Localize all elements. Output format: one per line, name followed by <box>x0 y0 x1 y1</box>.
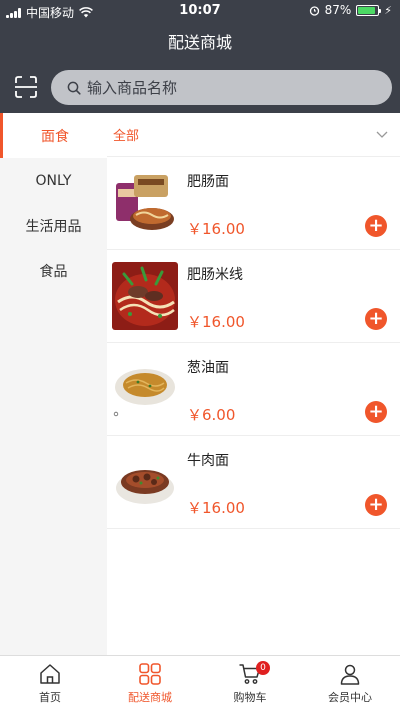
sidebar-item-noodles[interactable]: 面食 <box>0 113 107 158</box>
search-bar[interactable] <box>51 70 392 105</box>
product-price: ￥16.00 <box>187 220 245 238</box>
search-input[interactable] <box>87 78 367 97</box>
sidebar-item-label: 生活用品 <box>25 218 82 235</box>
battery-percent: 87% <box>324 3 352 17</box>
grid-icon <box>139 663 161 685</box>
product-image <box>112 448 178 516</box>
sidebar-item-food[interactable]: 食品 <box>0 248 107 293</box>
add-to-cart-button[interactable]: + <box>365 215 387 237</box>
plus-icon: + <box>368 401 384 422</box>
tab-label: 配送商城 <box>128 691 172 704</box>
sidebar-item-label: ONLY <box>35 172 72 189</box>
battery-icon <box>356 4 382 16</box>
plus-icon: + <box>368 308 384 329</box>
sidebar-item-label: 面食 <box>41 128 69 145</box>
product-item[interactable]: 牛肉面 ￥16.00 + <box>107 436 400 529</box>
home-icon <box>40 664 60 684</box>
product-name: 肥肠面 <box>187 174 229 190</box>
plus-icon: + <box>368 215 384 236</box>
product-name: 肥肠米线 <box>187 267 243 283</box>
tab-member-center[interactable]: 会员中心 <box>300 656 400 710</box>
product-name: 葱油面 <box>187 360 229 376</box>
filter-label: 全部 <box>113 129 140 144</box>
category-sidebar: 面食 ONLY 生活用品 食品 <box>0 113 107 655</box>
sidebar-item-only[interactable]: ONLY <box>0 158 107 203</box>
filter-dropdown[interactable]: 全部 <box>107 113 400 157</box>
product-price: ￥16.00 <box>187 499 245 517</box>
cart-count-badge: 0 <box>256 661 270 675</box>
alarm-icon <box>309 5 319 16</box>
app-header: 中国移动 10:07 87% ⚡ 配送商城 <box>0 0 400 113</box>
tab-delivery-mall[interactable]: 配送商城 <box>100 656 200 710</box>
tab-home[interactable]: 首页 <box>0 656 100 710</box>
product-image <box>112 355 178 423</box>
product-item[interactable]: 葱油面 ￥6.00 + <box>107 343 400 436</box>
add-to-cart-button[interactable]: + <box>365 494 387 516</box>
charging-icon: ⚡ <box>384 3 392 17</box>
sidebar-item-daily-goods[interactable]: 生活用品 <box>0 203 107 248</box>
bottom-tab-bar: 首页 配送商城 0 购物车 会员中心 <box>0 655 400 710</box>
scan-icon[interactable] <box>14 75 38 99</box>
product-name: 牛肉面 <box>187 453 229 469</box>
search-icon <box>67 81 81 95</box>
product-price: ￥6.00 <box>187 406 236 424</box>
user-icon <box>340 664 360 685</box>
tab-label: 会员中心 <box>328 691 372 704</box>
status-right: 87% ⚡ <box>309 3 392 17</box>
tab-label: 购物车 <box>233 691 267 704</box>
add-to-cart-button[interactable]: + <box>365 401 387 423</box>
add-to-cart-button[interactable]: + <box>365 308 387 330</box>
chevron-down-icon <box>376 131 388 138</box>
page-title: 配送商城 <box>167 33 232 52</box>
tab-cart[interactable]: 0 购物车 <box>200 656 300 710</box>
battery-fill <box>358 6 375 14</box>
product-item[interactable]: 肥肠米线 ￥16.00 + <box>107 250 400 343</box>
status-bar: 中国移动 10:07 87% ⚡ <box>0 0 400 22</box>
product-item[interactable]: 肥肠面 ￥16.00 + <box>107 157 400 250</box>
product-price: ￥16.00 <box>187 313 245 331</box>
sidebar-item-label: 食品 <box>39 263 68 280</box>
product-list-panel: 全部 肥肠面 ￥16.00 + 肥肠米线 ￥16.00 + 葱油面 ￥6.00 … <box>107 113 400 655</box>
plus-icon: + <box>368 494 384 515</box>
tab-label: 首页 <box>39 691 61 704</box>
product-image <box>112 262 178 330</box>
product-image <box>112 169 178 237</box>
